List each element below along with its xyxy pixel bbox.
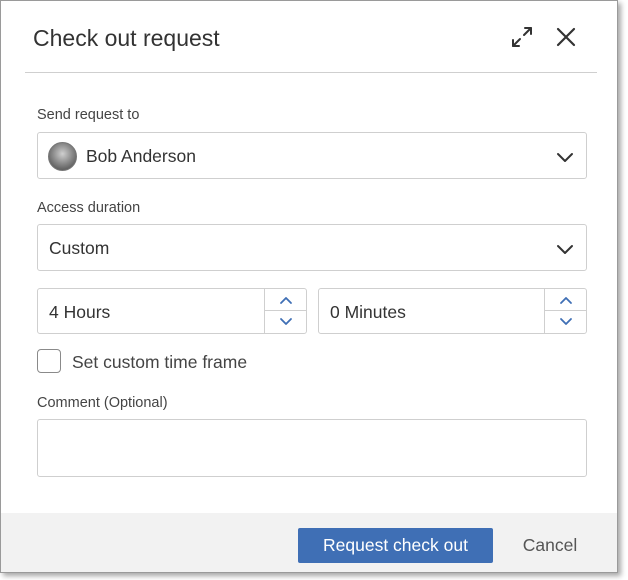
send-request-label: Send request to: [37, 107, 140, 123]
minutes-decrement-button[interactable]: [545, 311, 586, 333]
expand-icon: [512, 27, 532, 47]
custom-time-frame-checkbox[interactable]: [37, 349, 61, 373]
chevron-down-icon: [557, 245, 573, 254]
chevron-down-icon: [279, 318, 292, 325]
close-button[interactable]: [552, 23, 580, 51]
chevron-up-icon: [279, 296, 292, 304]
close-icon: [556, 27, 576, 47]
dialog-title: Check out request: [33, 25, 220, 51]
comment-textarea[interactable]: [37, 419, 587, 477]
header-divider: [25, 72, 597, 73]
chevron-down-icon: [557, 153, 573, 162]
user-avatar: [48, 142, 77, 171]
access-duration-label: Access duration: [37, 200, 141, 216]
hours-value[interactable]: 4 Hours: [49, 302, 110, 323]
access-duration-value: Custom: [49, 238, 110, 258]
minutes-value[interactable]: 0 Minutes: [330, 302, 406, 323]
expand-button[interactable]: [508, 23, 536, 51]
send-request-value: Bob Anderson: [86, 146, 196, 166]
chevron-up-icon: [559, 296, 572, 304]
hours-increment-button[interactable]: [265, 289, 306, 311]
chevron-down-icon: [559, 318, 572, 325]
custom-time-frame-label[interactable]: Set custom time frame: [72, 352, 247, 373]
dialog-header: Check out request: [1, 1, 617, 73]
send-request-select[interactable]: Bob Anderson: [37, 132, 587, 179]
dialog-footer: Request check out Cancel: [1, 513, 617, 572]
check-out-request-dialog: Check out request Send request to Bob An…: [0, 0, 618, 573]
hours-stepper-arrows: [264, 289, 306, 333]
access-duration-select[interactable]: Custom: [37, 224, 587, 271]
minutes-stepper[interactable]: 0 Minutes: [318, 288, 587, 334]
minutes-stepper-arrows: [544, 289, 586, 333]
hours-decrement-button[interactable]: [265, 311, 306, 333]
request-check-out-button[interactable]: Request check out: [298, 528, 493, 563]
minutes-increment-button[interactable]: [545, 289, 586, 311]
hours-stepper[interactable]: 4 Hours: [37, 288, 307, 334]
cancel-button[interactable]: Cancel: [511, 528, 589, 563]
comment-label: Comment (Optional): [37, 395, 168, 411]
